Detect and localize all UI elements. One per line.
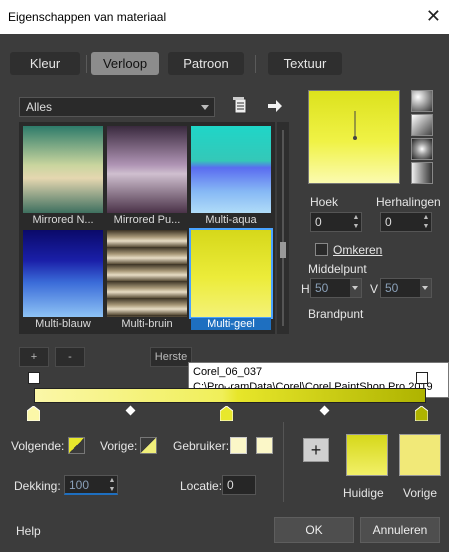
volgende-label: Volgende:	[11, 439, 65, 453]
remove-stop-button[interactable]: -	[55, 347, 85, 367]
swatch-preview	[189, 228, 273, 319]
gradient-filter-select[interactable]: Alles	[19, 97, 215, 117]
swatch-preview	[107, 126, 187, 213]
tab-verloop[interactable]: Verloop	[91, 52, 159, 75]
swatch-label: Multi-geel	[191, 318, 271, 330]
transparency-stop-right[interactable]	[416, 372, 428, 384]
title-bar: Eigenschappen van materiaal ✕	[0, 0, 449, 34]
linear-style-button[interactable]	[411, 90, 433, 112]
color-stop[interactable]	[26, 405, 41, 422]
middelpunt-h-value: 50	[315, 281, 329, 295]
dekking-value: 100	[69, 478, 90, 492]
rectangular-style-button[interactable]	[411, 114, 433, 136]
herhalingen-value: 0	[385, 215, 392, 229]
herhalingen-input[interactable]: 0 ▲ ▼	[380, 212, 432, 232]
next-color-swatch[interactable]	[68, 437, 85, 454]
scroll-track	[282, 130, 284, 326]
middelpunt-label: Middelpunt	[308, 262, 367, 276]
swatch-preview	[191, 126, 271, 213]
gradient-swatch[interactable]: Multi-bruin	[107, 230, 187, 330]
scroll-thumb[interactable]	[280, 242, 286, 258]
transparency-stop-left[interactable]	[28, 372, 40, 384]
tooltip-title: Corel_06_037	[193, 366, 263, 378]
swatch-preview	[23, 230, 103, 317]
tab-textuur[interactable]: Textuur	[268, 52, 342, 75]
material-properties-dialog: Kleur Verloop Patroon Textuur Alles Mirr…	[0, 34, 449, 552]
arrow-right-icon[interactable]	[266, 97, 284, 115]
cancel-button[interactable]: Annuleren	[360, 517, 440, 543]
swatch-label: Mirrored Pu...	[113, 214, 181, 226]
radial-style-button[interactable]	[411, 138, 433, 160]
chevron-down-icon[interactable]	[420, 279, 431, 297]
window-title: Eigenschappen van materiaal	[8, 10, 167, 24]
swatch-label: Multi-aqua	[205, 214, 257, 226]
h-label: H	[301, 282, 310, 296]
sunburst-style-button[interactable]	[411, 162, 433, 184]
reset-button[interactable]: Herste	[150, 347, 192, 367]
gradient-library: Mirrored N... Mirrored Pu... Multi-aqua …	[19, 122, 275, 334]
hoek-label: Hoek	[310, 195, 339, 209]
spin-arrows-icon[interactable]: ▲ ▼	[351, 213, 361, 231]
middelpunt-v-value: 50	[385, 281, 399, 295]
gradient-filter-value: Alles	[26, 100, 53, 114]
vorige-material-label: Vorige	[403, 486, 438, 500]
locatie-input[interactable]: 0	[222, 475, 256, 495]
previous-material-swatch[interactable]	[399, 434, 441, 476]
divider	[283, 422, 284, 502]
add-to-swatches-button[interactable]: +	[303, 438, 329, 462]
tab-kleur[interactable]: Kleur	[10, 52, 80, 75]
swatch-label: Mirrored N...	[32, 214, 94, 226]
gradient-swatch-selected[interactable]: Multi-geel	[189, 228, 273, 330]
brandpunt-label: Brandpunt	[308, 307, 364, 321]
add-stop-button[interactable]: +	[19, 347, 49, 367]
locatie-value: 0	[227, 478, 234, 492]
chevron-down-icon[interactable]	[350, 279, 361, 297]
tab-patroon[interactable]: Patroon	[168, 52, 244, 75]
swatch-label: Multi-blauw	[35, 318, 91, 330]
omkeren-label[interactable]: Omkeren	[333, 243, 382, 257]
current-material-swatch[interactable]	[346, 434, 388, 476]
tab-separator	[86, 55, 87, 73]
ok-button[interactable]: OK	[274, 517, 354, 543]
swatch-preview	[107, 230, 187, 317]
tab-separator	[255, 55, 256, 73]
middelpunt-h-input[interactable]: 50	[310, 278, 362, 298]
chevron-down-icon	[201, 105, 209, 110]
vorige-label: Vorige:	[100, 439, 138, 453]
gradient-preview[interactable]	[308, 90, 400, 184]
dekking-input[interactable]: 100 ▲ ▼	[64, 475, 118, 495]
gradient-swatch[interactable]: Mirrored Pu...	[107, 126, 187, 226]
close-icon[interactable]: ✕	[426, 6, 441, 26]
color-stop[interactable]	[219, 405, 234, 422]
hoek-input[interactable]: 0 ▲ ▼	[310, 212, 362, 232]
gradient-bar[interactable]	[34, 388, 426, 403]
tab-bar: Kleur Verloop Patroon Textuur	[10, 52, 440, 76]
dekking-label: Dekking:	[14, 479, 61, 493]
color-midpoint[interactable]	[125, 405, 136, 416]
swatch-label: Multi-bruin	[121, 318, 173, 330]
previous-color-swatch[interactable]	[140, 437, 157, 454]
huidige-label: Huidige	[343, 486, 384, 500]
user-color-swatch-2[interactable]	[256, 437, 273, 454]
gradient-swatch[interactable]: Multi-aqua	[191, 126, 271, 226]
library-scrollbar[interactable]	[277, 122, 289, 334]
locatie-label: Locatie:	[180, 479, 223, 493]
color-stop[interactable]	[414, 405, 429, 422]
v-label: V	[370, 282, 379, 296]
gradient-swatch[interactable]: Mirrored N...	[23, 126, 103, 226]
hoek-value: 0	[315, 215, 322, 229]
swatch-preview	[23, 126, 103, 213]
user-color-swatch[interactable]	[230, 437, 247, 454]
gradient-swatch[interactable]: Multi-blauw	[23, 230, 103, 330]
spin-arrows-icon[interactable]: ▲ ▼	[107, 476, 117, 494]
omkeren-checkbox[interactable]	[315, 243, 328, 256]
spin-arrows-icon[interactable]: ▲ ▼	[421, 213, 431, 231]
library-icon[interactable]	[232, 97, 250, 115]
color-midpoint[interactable]	[319, 405, 330, 416]
herhalingen-label: Herhalingen	[376, 195, 441, 209]
middelpunt-v-input[interactable]: 50	[380, 278, 432, 298]
help-link[interactable]: Help	[16, 524, 41, 538]
gebruiker-label: Gebruiker:	[173, 439, 230, 453]
